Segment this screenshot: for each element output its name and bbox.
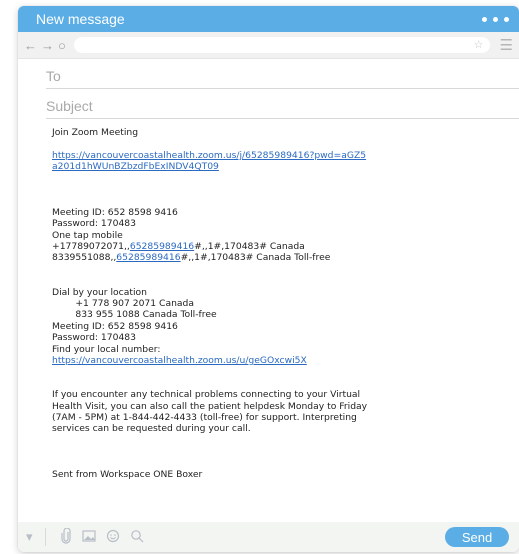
reload-icon[interactable]: ○ (58, 38, 66, 53)
subject-placeholder: Subject (46, 98, 93, 114)
toolbar-divider (44, 528, 46, 546)
body-text: services can be requested during your ca… (52, 423, 251, 435)
meeting-link-cont[interactable]: a201d1hWUnBZbzdFbExINDV4QT09 (52, 161, 219, 172)
more-options-icon[interactable] (482, 16, 509, 22)
body-text: (7AM - 5PM) at 1-844-442-4433 (toll-free… (52, 412, 357, 424)
send-button[interactable]: Send (445, 527, 509, 547)
window-title: New message (36, 11, 125, 27)
body-text: Password: 170483 (52, 332, 137, 344)
signature: Sent from Workspace ONE Boxer (52, 469, 203, 481)
body-text: 8339551088,, (52, 252, 117, 264)
forward-icon[interactable]: → (41, 38, 54, 53)
menu-icon[interactable]: ☰ (500, 36, 513, 54)
to-placeholder: To (46, 68, 61, 84)
body-text: #,,1#,170483# Canada (194, 241, 305, 252)
search-icon[interactable] (130, 529, 144, 546)
attachment-icon[interactable] (60, 526, 72, 547)
meeting-link[interactable]: https://vancouvercoastalhealth.zoom.us/j… (52, 150, 366, 161)
address-bar: ← → ○ ☆ ☰ (18, 32, 519, 59)
body-text: Find your local number: (52, 343, 161, 355)
body-text: 833 955 1088 Canada Toll-free (52, 309, 217, 321)
body-text: Join Zoom Meeting (52, 127, 139, 138)
compose-window: New message ← → ○ ☆ ☰ To Subject Join Zo… (18, 6, 519, 552)
subject-field[interactable]: Subject (46, 89, 519, 119)
dropdown-icon[interactable]: ▾ (26, 529, 33, 545)
body-text: Health Visit, you can also call the pati… (52, 400, 368, 412)
tap-link[interactable]: 65285989416 (116, 252, 180, 263)
body-text: +1 778 907 2071 Canada (52, 298, 195, 309)
body-text: Password: 170483 (52, 218, 137, 230)
body-text: If you encounter any technical problems … (52, 389, 361, 401)
compose-toolbar: ▾ Send (18, 522, 519, 552)
body-text: Meeting ID: 652 8598 9416 (52, 320, 178, 332)
emoji-icon[interactable] (106, 529, 120, 546)
body-text: +17789072071,, (52, 241, 130, 252)
local-number-link[interactable]: https://vancouvercoastalhealth.zoom.us/u… (52, 355, 307, 366)
body-text: Dial by your location (52, 286, 147, 298)
message-body[interactable]: Join Zoom Meeting https://vancouvercoast… (18, 119, 519, 480)
url-input[interactable]: ☆ (73, 37, 490, 53)
tap-link[interactable]: 65285989416 (130, 241, 194, 252)
star-icon[interactable]: ☆ (474, 37, 484, 53)
body-text: One tap mobile (52, 229, 123, 241)
body-text: #,,1#,170483# Canada Toll-free (180, 252, 331, 264)
title-bar: New message (18, 6, 519, 32)
back-icon[interactable]: ← (24, 38, 37, 53)
body-text: Meeting ID: 652 8598 9416 (52, 206, 178, 218)
to-field[interactable]: To (46, 59, 519, 89)
image-icon[interactable] (81, 529, 96, 546)
